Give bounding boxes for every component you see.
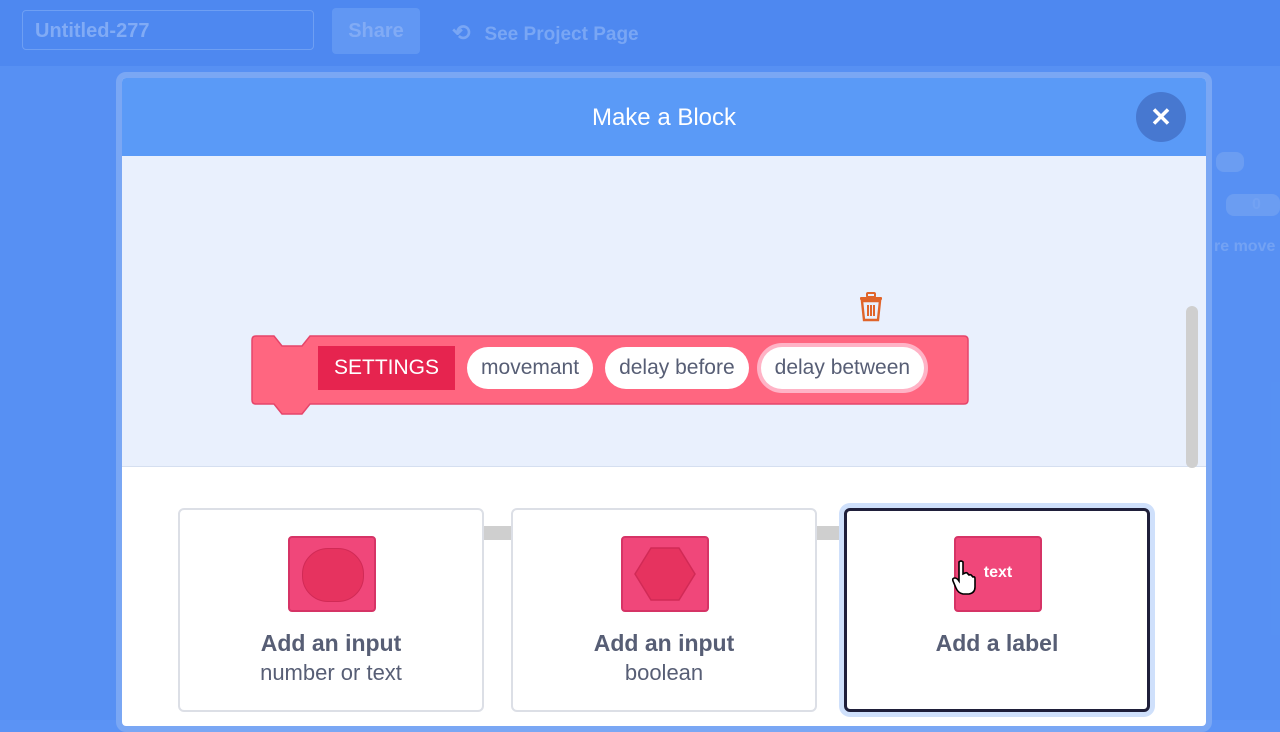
boolean-input-icon — [621, 536, 709, 612]
card-subtitle: boolean — [624, 660, 704, 685]
card-title: Add an input — [260, 630, 402, 656]
close-icon: ✕ — [1150, 102, 1172, 132]
block-contents: SETTINGS movemant delay before delay bet… — [318, 346, 936, 390]
card-title: Add an input — [593, 630, 735, 656]
close-button[interactable]: ✕ — [1136, 92, 1186, 142]
modal-header: Make a Block ✕ — [122, 78, 1206, 156]
card-subtitle: number or text — [260, 660, 402, 685]
block-label-settings[interactable]: SETTINGS — [318, 346, 456, 390]
hand-cursor-icon — [951, 560, 976, 595]
card-title: Add a label — [935, 630, 1059, 656]
block-preview-workspace: SETTINGS movemant delay before delay bet… — [122, 156, 1206, 540]
add-input-boolean-button[interactable]: Add an input boolean — [511, 508, 817, 712]
round-input-icon — [288, 536, 376, 612]
block-input-delay-before[interactable]: delay before — [605, 347, 749, 389]
modal-title: Make a Block — [591, 104, 737, 131]
block-input-movemant[interactable]: movemant — [467, 347, 594, 389]
make-a-block-dialog: Make a Block ✕ SETTINGS movemant delay b… — [116, 72, 1212, 732]
add-label-button[interactable]: text Add a label — [844, 508, 1150, 712]
add-input-number-text-button[interactable]: Add an input number or text — [178, 508, 484, 712]
block-input-delay-between[interactable]: delay between — [760, 347, 925, 389]
vertical-scrollbar[interactable] — [1186, 306, 1198, 468]
trash-icon[interactable] — [858, 292, 884, 322]
